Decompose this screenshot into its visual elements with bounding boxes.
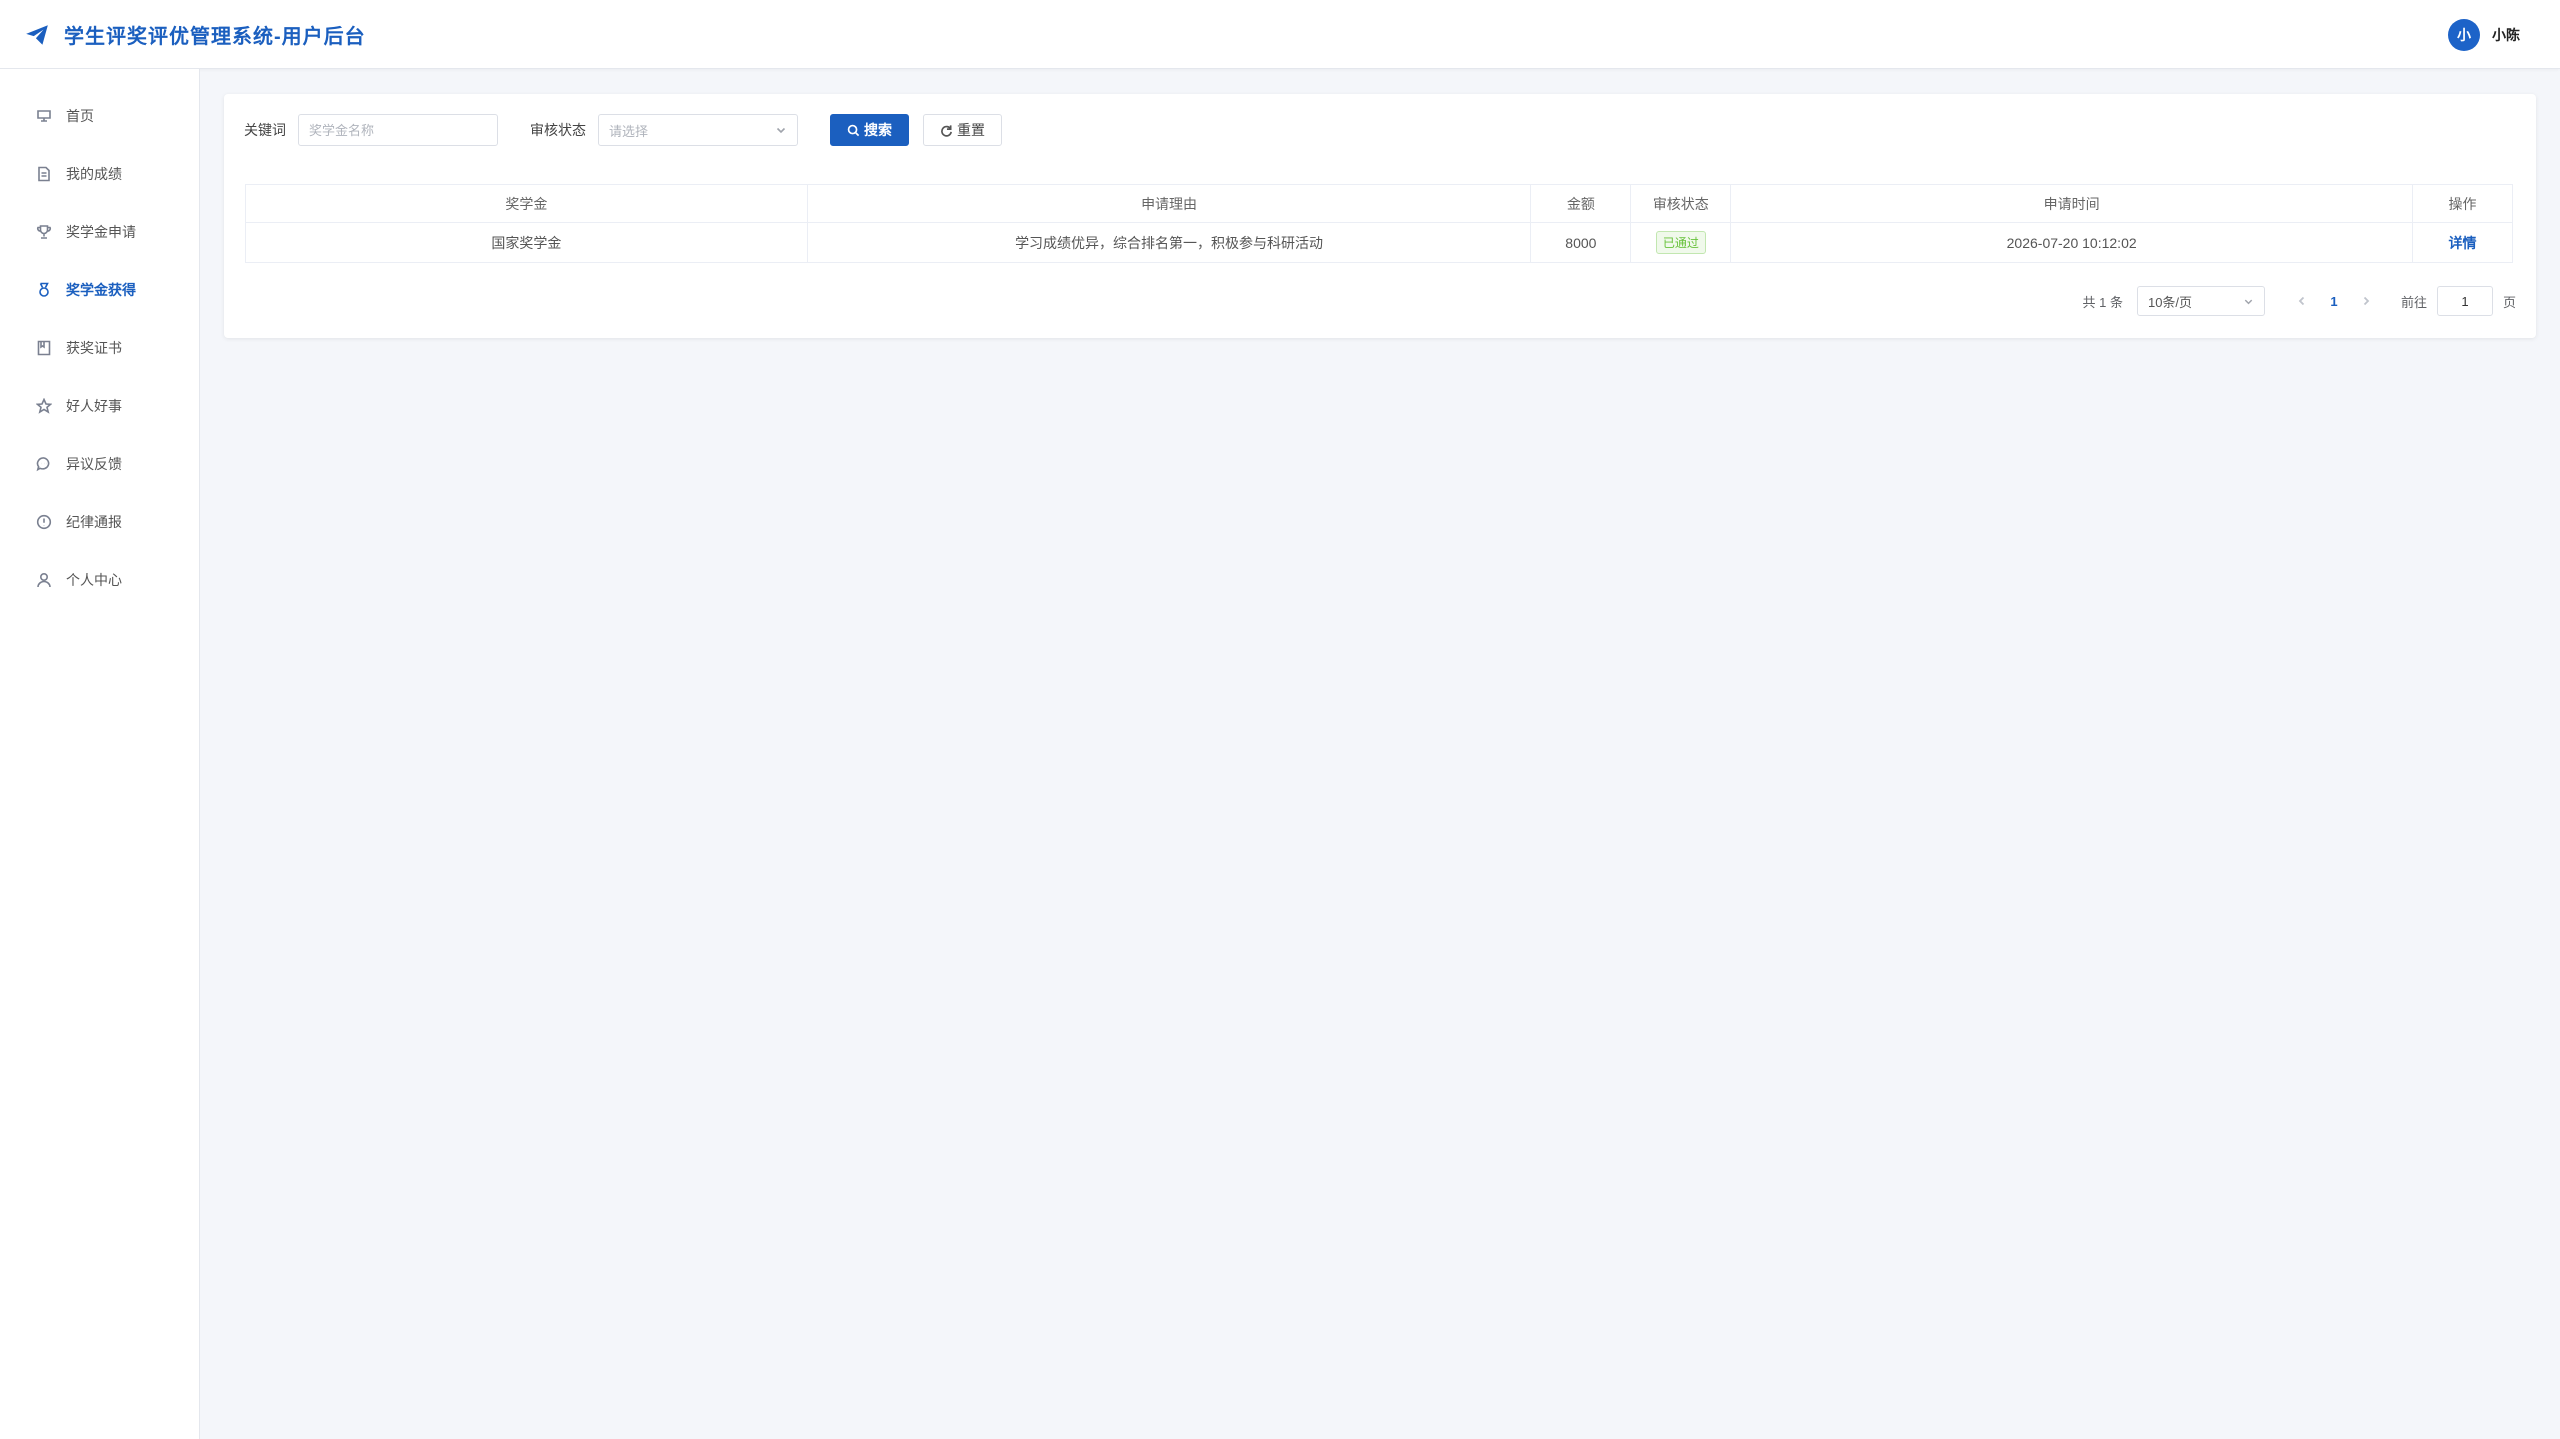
sidebar: 首页 我的成绩 奖学金申请 奖学金获得 获奖证书 好人好事 异议反馈 纪律通报 … — [0, 69, 200, 1439]
cell-reason: 学习成绩优异，综合排名第一，积极参与科研活动 — [806, 222, 1532, 263]
sidebar-item-profile[interactable]: 个人中心 — [0, 551, 200, 609]
paper-plane-icon — [26, 24, 48, 45]
certificate-icon — [36, 340, 52, 356]
cell-status: 已通过 — [1630, 222, 1732, 263]
sidebar-item-label: 获奖证书 — [66, 340, 122, 356]
cell-amount: 8000 — [1530, 222, 1632, 263]
page-size-value: 10条/页 — [2147, 294, 2193, 310]
sidebar-item-discipline[interactable]: 纪律通报 — [0, 493, 200, 551]
filter-bar: 关键词 审核状态 请选择 搜索 重置 — [244, 114, 1002, 146]
pagination: 共 1 条 10条/页 1 前往 页 — [2082, 286, 2516, 316]
sidebar-item-label: 纪律通报 — [66, 514, 122, 530]
trophy-icon — [36, 224, 52, 240]
total-count: 共 1 条 — [2082, 294, 2123, 310]
reset-button-label: 重置 — [957, 122, 985, 138]
prev-page-button[interactable] — [2287, 286, 2317, 316]
chevron-left-icon — [2298, 296, 2305, 306]
column-header-time: 申请时间 — [1730, 184, 2413, 223]
keyword-input[interactable] — [298, 114, 498, 146]
page-suffix: 页 — [2502, 294, 2516, 310]
username[interactable]: 小陈 — [2492, 25, 2520, 45]
sidebar-item-label: 奖学金获得 — [66, 282, 136, 298]
document-icon — [36, 166, 52, 182]
refresh-icon — [941, 124, 952, 137]
status-select-placeholder: 请选择 — [609, 123, 649, 139]
cell-action: 详情 — [2411, 222, 2514, 263]
keyword-label: 关键词 — [244, 122, 286, 138]
status-badge: 已通过 — [1655, 231, 1706, 254]
home-icon — [36, 108, 52, 124]
alert-icon — [36, 514, 52, 530]
sidebar-item-scholarship-awarded[interactable]: 奖学金获得 — [0, 261, 200, 319]
sidebar-item-scholarship-apply[interactable]: 奖学金申请 — [0, 203, 200, 261]
sidebar-item-label: 异议反馈 — [66, 456, 122, 472]
table-header-row: 奖学金 申请理由 金额 审核状态 申请时间 操作 — [245, 184, 2514, 223]
detail-link[interactable]: 详情 — [2448, 235, 2476, 251]
sidebar-item-good-deeds[interactable]: 好人好事 — [0, 377, 200, 435]
chat-icon — [36, 456, 52, 472]
next-page-button[interactable] — [2351, 286, 2381, 316]
top-header: 学生评奖评优管理系统-用户后台 小 小陈 — [0, 0, 2560, 69]
chevron-down-icon — [2244, 299, 2253, 304]
goto-label: 前往 — [2400, 294, 2427, 310]
avatar[interactable]: 小 — [2448, 18, 2480, 51]
column-header-status: 审核状态 — [1630, 184, 1732, 223]
sidebar-item-grades[interactable]: 我的成绩 — [0, 145, 200, 203]
page-size-select[interactable]: 10条/页 — [2136, 286, 2265, 316]
sidebar-item-label: 奖学金申请 — [66, 224, 136, 240]
cell-time: 2026-07-20 10:12:02 — [1730, 222, 2413, 263]
status-label: 审核状态 — [530, 122, 586, 138]
reset-button[interactable]: 重置 — [923, 114, 1002, 146]
sidebar-item-feedback[interactable]: 异议反馈 — [0, 435, 200, 493]
sidebar-item-label: 个人中心 — [66, 572, 122, 588]
column-header-reason: 申请理由 — [806, 184, 1532, 223]
scholarship-table: 奖学金 申请理由 金额 审核状态 申请时间 操作 国家奖学金 学习成绩优异，综合… — [245, 184, 2514, 263]
content-panel: 关键词 审核状态 请选择 搜索 重置 奖学金 申请理由 金额 审核状态 申请时间… — [224, 94, 2536, 338]
search-button[interactable]: 搜索 — [830, 114, 909, 146]
star-icon — [36, 398, 52, 414]
goto-page-input[interactable] — [2436, 286, 2493, 316]
table-row: 国家奖学金 学习成绩优异，综合排名第一，积极参与科研活动 8000 已通过 20… — [245, 222, 2514, 263]
sidebar-item-label: 首页 — [66, 108, 94, 124]
cell-scholarship: 国家奖学金 — [245, 222, 808, 263]
brand[interactable]: 学生评奖评优管理系统-用户后台 — [24, 0, 366, 69]
status-select[interactable]: 请选择 — [598, 114, 798, 146]
user-icon — [36, 572, 52, 588]
sidebar-item-certificates[interactable]: 获奖证书 — [0, 319, 200, 377]
page-number-current[interactable]: 1 — [2317, 286, 2351, 316]
chevron-down-icon — [776, 127, 786, 134]
app-title: 学生评奖评优管理系统-用户后台 — [64, 26, 366, 48]
user-menu[interactable]: 小 小陈 — [2448, 0, 2520, 69]
sidebar-item-home[interactable]: 首页 — [0, 87, 200, 145]
column-header-scholarship: 奖学金 — [245, 184, 808, 223]
medal-icon — [36, 282, 52, 298]
chevron-right-icon — [2363, 296, 2370, 306]
sidebar-item-label: 我的成绩 — [66, 166, 122, 182]
search-button-label: 搜索 — [864, 122, 892, 138]
column-header-action: 操作 — [2411, 184, 2514, 223]
sidebar-item-label: 好人好事 — [66, 398, 122, 414]
search-icon — [847, 124, 860, 136]
column-header-amount: 金额 — [1530, 184, 1632, 223]
